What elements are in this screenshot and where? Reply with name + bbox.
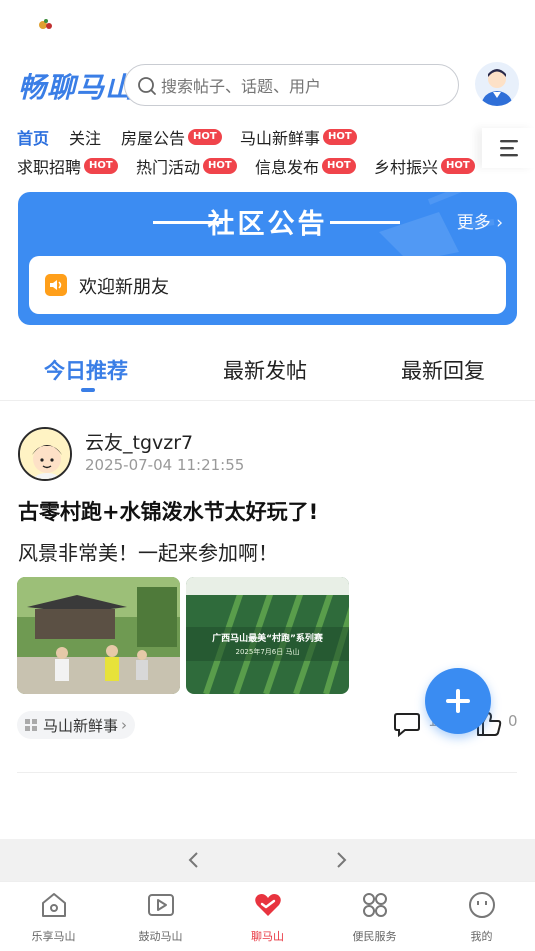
bottom-tab-chat[interactable]: 聊马山 bbox=[214, 882, 321, 951]
home-icon bbox=[42, 893, 66, 917]
category-jobs[interactable]: 求职招聘 HOT bbox=[17, 154, 118, 178]
bottom-tab-services[interactable]: 便民服务 bbox=[321, 882, 428, 951]
category-nav: 首页 关注 房屋公告 HOT 马山新鲜事 HOT 求职招聘 HOT 热门活动 H… bbox=[0, 120, 535, 180]
hot-badge: HOT bbox=[188, 129, 222, 145]
search-icon bbox=[138, 77, 156, 95]
speaker-icon bbox=[45, 274, 67, 296]
browser-nav-bar bbox=[0, 839, 535, 881]
hot-badge: HOT bbox=[441, 158, 475, 174]
avatar-icon bbox=[481, 69, 513, 106]
smile-icon bbox=[469, 892, 495, 918]
cartoon-avatar-icon bbox=[20, 429, 70, 479]
category-follow[interactable]: 关注 bbox=[69, 125, 101, 149]
post-image-1[interactable] bbox=[17, 577, 180, 694]
category-mashan-news[interactable]: 马山新鲜事 HOT bbox=[240, 125, 357, 149]
chevron-right-icon: › bbox=[121, 716, 128, 734]
back-arrow-icon[interactable] bbox=[185, 851, 203, 869]
category-housing-notice[interactable]: 房屋公告 HOT bbox=[121, 125, 222, 149]
post-author-avatar[interactable] bbox=[18, 427, 72, 481]
bottom-tab-video[interactable]: 鼓动马山 bbox=[107, 882, 214, 951]
user-avatar[interactable] bbox=[475, 62, 519, 106]
community-notice-card: 社区公告 更多 › 欢迎新朋友 bbox=[18, 192, 517, 325]
heart-chat-icon bbox=[255, 894, 281, 916]
poster-caption: 广西马山最美“村跑”系列赛 bbox=[212, 634, 323, 644]
hot-badge: HOT bbox=[323, 129, 357, 145]
notice-more-link[interactable]: 更多 › bbox=[457, 208, 503, 233]
post-topic-tag[interactable]: 马山新鲜事 › bbox=[17, 711, 136, 739]
tab-latest-replies[interactable]: 最新回复 bbox=[401, 355, 485, 385]
feed-tabs: 今日推荐 最新发帖 最新回复 bbox=[0, 345, 535, 401]
search-bar[interactable] bbox=[124, 64, 459, 106]
notice-message: 欢迎新朋友 bbox=[79, 277, 169, 298]
grid-icon bbox=[25, 719, 37, 731]
tab-active-indicator bbox=[81, 388, 95, 392]
comment-icon[interactable] bbox=[393, 711, 421, 737]
post-title[interactable]: 古零村跑+水锦泼水节太好玩了! bbox=[18, 496, 318, 526]
post-body: 风景非常美！一起来参加啊！ bbox=[18, 541, 278, 565]
category-home[interactable]: 首页 bbox=[17, 125, 49, 149]
plus-icon bbox=[446, 689, 470, 713]
like-count: 0 bbox=[508, 712, 518, 730]
menu-icon bbox=[500, 140, 518, 157]
grid-icon bbox=[363, 893, 387, 917]
play-icon bbox=[148, 894, 174, 916]
hot-badge: HOT bbox=[84, 158, 118, 174]
status-bar bbox=[0, 0, 535, 52]
category-rural-revival[interactable]: 乡村振兴 HOT bbox=[374, 154, 475, 178]
search-input[interactable] bbox=[161, 73, 441, 99]
hot-badge: HOT bbox=[322, 158, 356, 174]
forward-arrow-icon[interactable] bbox=[332, 851, 350, 869]
bottom-tab-profile[interactable]: 我的 bbox=[428, 882, 535, 951]
bottom-tab-bar: 乐享马山 鼓动马山 聊马山 便民服务 我的 bbox=[0, 881, 535, 951]
runners-photo bbox=[17, 577, 180, 694]
post-author-name[interactable]: 云友_tgvzr7 bbox=[85, 428, 193, 455]
bottom-tab-home[interactable]: 乐享马山 bbox=[0, 882, 107, 951]
category-info-post[interactable]: 信息发布 HOT bbox=[255, 154, 356, 178]
category-menu-button[interactable] bbox=[482, 128, 535, 168]
notice-title: 社区公告 bbox=[207, 209, 328, 240]
tab-today-recommend[interactable]: 今日推荐 bbox=[44, 355, 128, 385]
post-timestamp: 2025-07-04 11:21:55 bbox=[85, 456, 245, 474]
poster-subcaption: 2025年7月6日 马山 bbox=[235, 648, 300, 656]
app-brand-title: 畅聊马山 bbox=[18, 71, 135, 104]
post-divider bbox=[17, 772, 517, 773]
category-hot-events[interactable]: 热门活动 HOT bbox=[136, 154, 237, 178]
create-post-button[interactable] bbox=[425, 668, 491, 734]
hot-badge: HOT bbox=[203, 158, 237, 174]
header: 畅聊马山 bbox=[0, 58, 535, 114]
notice-message-box[interactable]: 欢迎新朋友 bbox=[29, 256, 506, 314]
app-logo-icon bbox=[39, 19, 52, 29]
post-image-2[interactable]: 广西马山最美“村跑”系列赛 2025年7月6日 马山 bbox=[186, 577, 349, 694]
tab-latest-posts[interactable]: 最新发帖 bbox=[223, 355, 307, 385]
chevron-right-icon: › bbox=[490, 213, 503, 233]
